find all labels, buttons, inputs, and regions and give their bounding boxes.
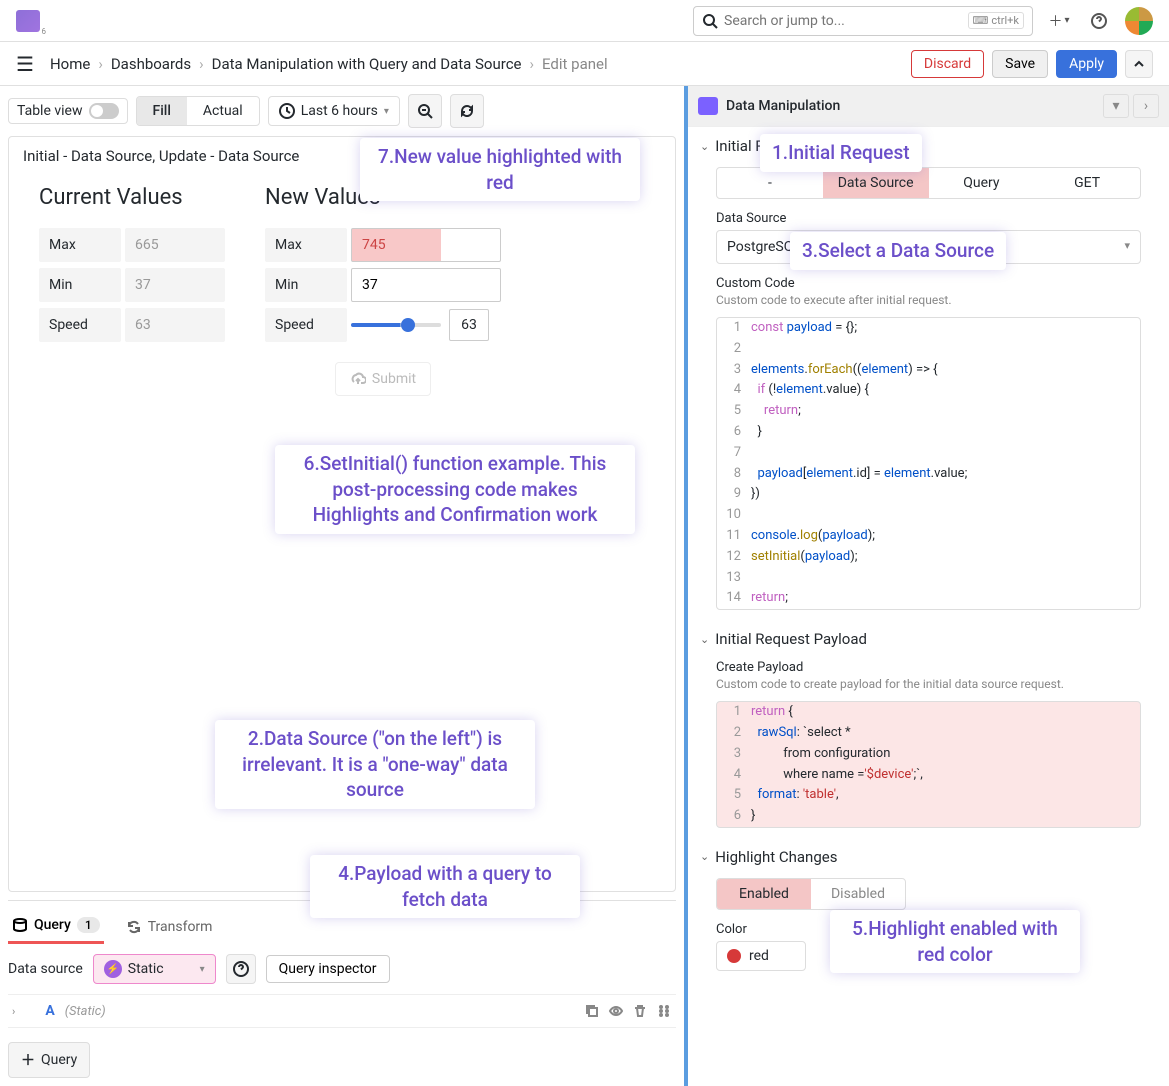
speed-slider[interactable] <box>351 323 441 327</box>
cloud-upload-icon <box>350 371 366 387</box>
datasource-label: Data source <box>8 961 83 977</box>
refresh-button[interactable] <box>450 94 484 128</box>
panel-options-next[interactable]: › <box>1133 94 1159 118</box>
plugin-title: Data Manipulation <box>726 98 840 114</box>
initial-request-tabs: - Data Source Query GET <box>716 167 1141 199</box>
datasource-select[interactable]: ⚡ Static ▾ <box>93 954 216 984</box>
custom-code-editor[interactable]: 1const payload = {};23elements.forEach((… <box>716 317 1141 610</box>
highlight-enabled[interactable]: Enabled <box>717 879 811 909</box>
section-initial-request[interactable]: ⌄Initial Request <box>688 127 1169 165</box>
current-values-heading: Current Values <box>39 185 225 210</box>
submit-button[interactable]: Submit <box>335 362 431 396</box>
initial-tab-datasource[interactable]: Data Source <box>823 168 929 198</box>
copy-icon[interactable] <box>584 1003 600 1019</box>
section-highlight[interactable]: ⌄Highlight Changes <box>688 838 1169 876</box>
avatar[interactable] <box>1125 7 1153 35</box>
new-values-heading: New Values <box>265 185 501 210</box>
query-count-badge: 1 <box>77 917 100 933</box>
breadcrumb: Home › Dashboards › Data Manipulation wi… <box>50 55 608 73</box>
initial-tab-get[interactable]: GET <box>1034 168 1140 198</box>
custom-code-sub: Custom code to execute after initial req… <box>688 293 1169 313</box>
drag-icon[interactable] <box>656 1003 672 1019</box>
add-query-button[interactable]: ＋Query <box>8 1042 90 1078</box>
new-min-input[interactable] <box>351 268 501 302</box>
current-max: 665 <box>125 228 225 262</box>
crumb-dashboard[interactable]: Data Manipulation with Query and Data So… <box>212 55 522 73</box>
tab-query[interactable]: Query 1 <box>8 909 104 944</box>
apply-button[interactable]: Apply <box>1056 50 1117 78</box>
zoom-out-icon <box>417 103 433 119</box>
eye-icon[interactable] <box>608 1003 624 1019</box>
crumb-edit: Edit panel <box>542 55 608 73</box>
panel-options-expand[interactable]: ▾ <box>1103 94 1129 118</box>
initial-tab-query[interactable]: Query <box>929 168 1035 198</box>
ds-field-select[interactable]: PostgreSQL ▾ <box>716 230 1141 264</box>
current-speed: 63 <box>125 308 225 342</box>
trash-icon[interactable] <box>632 1003 648 1019</box>
search-input[interactable]: ⌨ ctrl+k <box>693 6 1033 36</box>
time-range-picker[interactable]: Last 6 hours ▾ <box>268 96 400 126</box>
menu-toggle[interactable]: ☰ <box>16 52 34 76</box>
bolt-icon: ⚡ <box>104 960 122 978</box>
fill-mode[interactable]: Fill <box>137 97 187 125</box>
collapse-panel-icon[interactable] <box>1125 50 1153 78</box>
current-min: 37 <box>125 268 225 302</box>
toggle-switch[interactable] <box>89 103 119 119</box>
label-speed: Speed <box>39 308 121 342</box>
plugin-icon <box>698 97 718 115</box>
create-payload-label: Create Payload <box>688 658 1169 677</box>
color-picker[interactable]: red <box>716 941 806 971</box>
actual-mode[interactable]: Actual <box>187 97 259 125</box>
label-min: Min <box>39 268 121 302</box>
panel-title: Initial - Data Source, Update - Data Sou… <box>9 137 675 175</box>
search-icon <box>702 13 718 29</box>
add-menu[interactable]: ＋ ▾ <box>1045 7 1073 35</box>
color-label: Color <box>688 920 1169 939</box>
datasource-help[interactable] <box>226 954 256 984</box>
color-swatch <box>727 949 741 963</box>
app-logo: 6 <box>16 10 40 32</box>
discard-button[interactable]: Discard <box>911 50 984 78</box>
initial-tab-none[interactable]: - <box>717 168 823 198</box>
label-max: Max <box>39 228 121 262</box>
new-max-input[interactable] <box>351 228 501 262</box>
database-icon <box>12 917 28 933</box>
create-payload-sub: Custom code to create payload for the in… <box>688 677 1169 697</box>
zoom-out-button[interactable] <box>408 94 442 128</box>
tab-transform[interactable]: Transform <box>122 909 217 944</box>
query-inspector-button[interactable]: Query inspector <box>266 955 390 983</box>
help-icon[interactable] <box>1085 7 1113 35</box>
table-view-toggle[interactable]: Table view <box>8 98 128 124</box>
crumb-home[interactable]: Home <box>50 55 90 73</box>
speed-value[interactable]: 63 <box>449 309 489 341</box>
custom-code-label: Custom Code <box>688 274 1169 293</box>
help-icon <box>233 961 249 977</box>
section-payload[interactable]: ⌄Initial Request Payload <box>688 620 1169 658</box>
query-meta: (Static) <box>65 1004 106 1019</box>
refresh-icon <box>459 103 475 119</box>
ds-field-label: Data Source <box>688 209 1169 228</box>
clock-icon <box>279 103 295 119</box>
highlight-disabled[interactable]: Disabled <box>811 879 905 909</box>
highlight-toggle: Enabled Disabled <box>716 878 906 910</box>
transform-icon <box>126 919 142 935</box>
query-row[interactable]: › A (Static) <box>8 994 676 1028</box>
kbd-hint: ⌨ ctrl+k <box>968 12 1024 29</box>
save-button[interactable]: Save <box>992 50 1048 78</box>
payload-code-editor[interactable]: 1return {2 rawSql: `select *3 from confi… <box>716 701 1141 828</box>
crumb-dashboards[interactable]: Dashboards <box>111 55 191 73</box>
query-letter: A <box>45 1003 54 1019</box>
